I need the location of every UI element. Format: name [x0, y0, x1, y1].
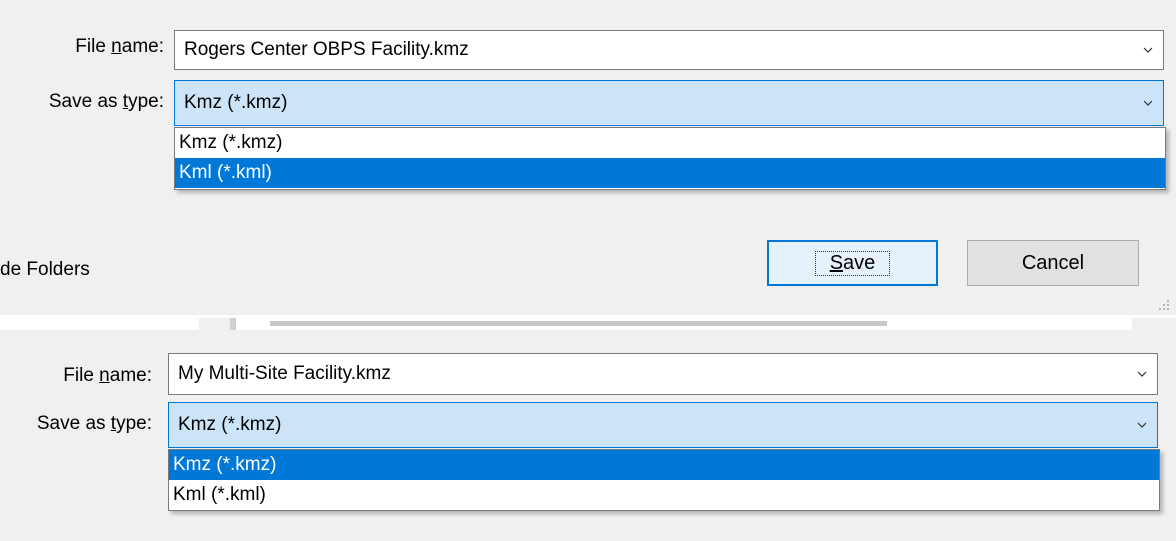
save-as-type-label: Save as type: [48, 91, 164, 112]
option-kml[interactable]: Kml (*.kml) [169, 480, 1159, 510]
file-name-value: My Multi-Site Facility.kmz [178, 363, 391, 384]
save-dialog-bottom: File name: My Multi-Site Facility.kmz Sa… [0, 330, 1176, 541]
cancel-button[interactable]: Cancel [967, 240, 1139, 286]
horizontal-scrollbar[interactable] [270, 321, 887, 326]
option-kml[interactable]: Kml (*.kml) [175, 158, 1165, 188]
file-name-label: File name: [63, 365, 152, 386]
save-button[interactable]: Save [767, 240, 938, 286]
save-as-type-value: Kmz (*.kmz) [178, 414, 282, 435]
save-as-type-select[interactable]: Kmz (*.kmz) [174, 80, 1164, 126]
save-as-type-value: Kmz (*.kmz) [184, 92, 288, 113]
option-kmz[interactable]: Kmz (*.kmz) [169, 450, 1159, 480]
hide-folders-link[interactable]: de Folders [0, 259, 90, 281]
file-name-input[interactable]: My Multi-Site Facility.kmz [168, 353, 1158, 395]
file-name-input[interactable]: Rogers Center OBPS Facility.kmz [174, 30, 1164, 70]
save-as-type-dropdown: Kmz (*.kmz) Kml (*.kml) [168, 449, 1160, 511]
file-name-label: File name: [75, 36, 164, 57]
chevron-down-icon[interactable] [1143, 98, 1153, 108]
save-as-type-dropdown: Kmz (*.kmz) Kml (*.kml) [174, 127, 1166, 190]
chevron-down-icon[interactable] [1143, 45, 1153, 55]
chevron-down-icon[interactable] [1137, 369, 1147, 379]
file-name-value: Rogers Center OBPS Facility.kmz [184, 39, 469, 60]
save-dialog-top: File name: Rogers Center OBPS Facility.k… [0, 0, 1176, 316]
save-as-type-label: Save as type: [36, 413, 152, 434]
resize-grip-icon[interactable] [1158, 298, 1170, 310]
chevron-down-icon[interactable] [1137, 420, 1147, 430]
option-kmz[interactable]: Kmz (*.kmz) [175, 128, 1165, 158]
save-as-type-select[interactable]: Kmz (*.kmz) [168, 402, 1158, 448]
